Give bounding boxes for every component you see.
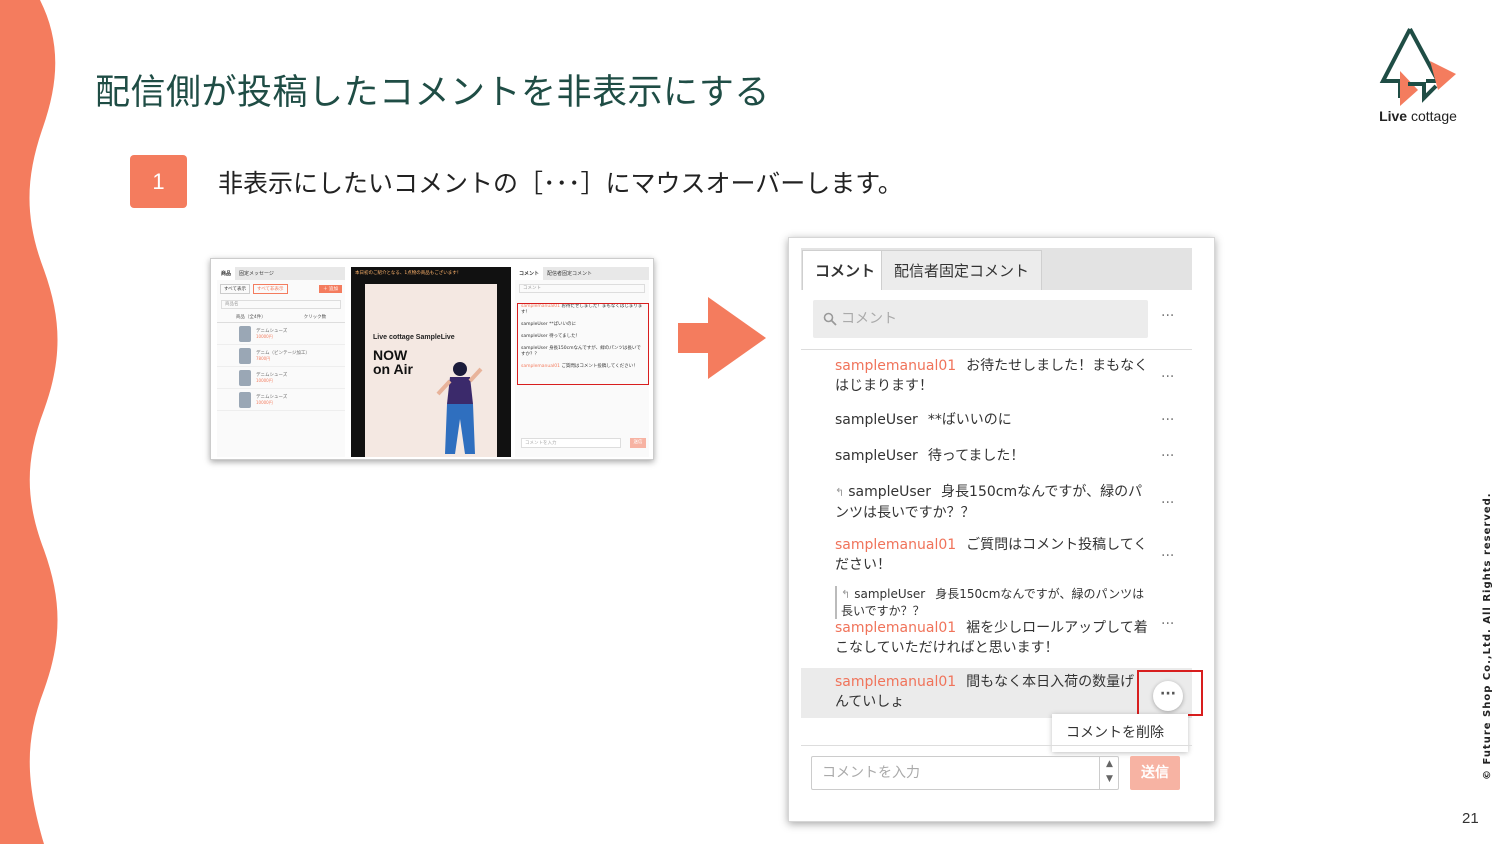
- comment-more-icon[interactable]: ···: [1161, 493, 1174, 513]
- divider: [801, 349, 1192, 350]
- stepper-icon[interactable]: ▲ ▼: [1099, 756, 1119, 790]
- comment-item: sampleUser 待ってました！ ···: [835, 446, 1175, 466]
- product-thumbnail-icon: [239, 369, 251, 386]
- decorative-wave: [0, 0, 58, 844]
- copyright-text: © Future Shop Co.,Ltd. All Rights reserv…: [1482, 492, 1493, 780]
- comment-more-icon[interactable]: ···: [1161, 614, 1174, 634]
- comment-item: ↰ sampleUser 身長150cmなんですが、緑のパンツは長いですか？？ ··…: [835, 484, 1175, 521]
- right-arrow-icon: [678, 297, 766, 379]
- tab-fixed-comment[interactable]: 配信者固定コメント: [881, 250, 1043, 290]
- product-search-input[interactable]: 商品名: [221, 300, 341, 309]
- comment-item-hovered: samplemanual01 間もなく本日入荷の数量げんていしょ: [801, 668, 1192, 718]
- send-button-small[interactable]: 送信: [630, 438, 646, 448]
- live-video-panel: 本日初のご紹介となる、1点物の商品もございます！ Live cottage Sa…: [351, 267, 511, 457]
- product-row[interactable]: デニムシューズ 10000円: [217, 323, 345, 345]
- highlight-box-small: [517, 303, 649, 385]
- product-thumbnail-icon: [239, 391, 251, 408]
- live-title: Live cottage SampleLive: [373, 334, 455, 341]
- step-instruction: 非表示にしたいコメントの［･･･］にマウスオーバーします。: [218, 169, 903, 198]
- reply-icon: ↰: [835, 486, 845, 499]
- comment-search-small[interactable]: コメント: [519, 284, 645, 293]
- product-thumbnail-icon: [239, 325, 251, 342]
- hide-all-button[interactable]: すべて非表示: [253, 284, 288, 294]
- product-panel: 商品 固定メッセージ すべて表示 すべて非表示 ＋ 追加 商品名 商品（全4件）…: [217, 267, 345, 457]
- comment-item: samplemanual01 ご質問はコメント投稿してください！ ···: [835, 537, 1175, 573]
- now-on-air-text: NOW on Air: [373, 347, 413, 377]
- comment-item: ↰ sampleUser 身長150cmなんですが、緑のパンツは長いですか？？ sa…: [835, 586, 1175, 656]
- tab-products[interactable]: 商品: [217, 267, 236, 280]
- send-button[interactable]: 送信: [1130, 756, 1180, 790]
- column-header-products: 商品（全4件）: [235, 315, 266, 320]
- product-row[interactable]: デニムシューズ 10000円: [217, 367, 345, 389]
- comment-more-icon[interactable]: ···: [1161, 546, 1174, 566]
- product-row[interactable]: デニムシューズ 10000円: [217, 389, 345, 411]
- tab-comment[interactable]: コメント: [802, 250, 889, 290]
- comment-more-icon[interactable]: ···: [1161, 446, 1174, 466]
- page-number: 21: [1462, 810, 1479, 827]
- reply-icon: ↰: [841, 588, 851, 601]
- comment-search-input[interactable]: コメント: [813, 300, 1148, 338]
- comment-input-small[interactable]: コメントを入力: [521, 438, 621, 448]
- show-all-button[interactable]: すべて表示: [220, 284, 251, 294]
- comment-more-icon[interactable]: ···: [1161, 367, 1174, 387]
- delete-comment-menu-item[interactable]: コメントを削除: [1052, 714, 1188, 752]
- comment-item: sampleUser **ばいいのに ···: [835, 410, 1175, 430]
- tab-fixed-message[interactable]: 固定メッセージ: [235, 267, 278, 280]
- comment-panel: コメント 配信者固定コメント コメント ··· samplemanual01 お待…: [788, 237, 1215, 822]
- tab-fixed-comment-small[interactable]: 配信者固定コメント: [543, 267, 596, 280]
- add-product-button[interactable]: ＋ 追加: [319, 285, 342, 293]
- search-placeholder: コメント: [841, 311, 897, 327]
- search-icon: [823, 312, 837, 326]
- comment-tabs: コメント 配信者固定コメント: [801, 248, 1192, 290]
- page-title: 配信側が投稿したコメントを非表示にする: [95, 73, 770, 113]
- quoted-comment: ↰ sampleUser 身長150cmなんですが、緑のパンツは長いですか？？: [835, 586, 1145, 619]
- full-screen-thumbnail: 商品 固定メッセージ すべて表示 すべて非表示 ＋ 追加 商品名 商品（全4件）…: [210, 258, 654, 460]
- tab-comment-small[interactable]: コメント: [515, 267, 544, 280]
- woman-illustration: [436, 362, 483, 454]
- highlight-box: [1137, 670, 1203, 716]
- comment-more-icon[interactable]: ···: [1161, 410, 1174, 430]
- divider: [801, 745, 1192, 746]
- column-header-clicks: クリック数: [303, 315, 327, 320]
- product-row[interactable]: デニム（ビンテージ加工） 7800円: [217, 345, 345, 367]
- comment-item: samplemanual01 お待たせしました！まもなくはじまります！ ···: [835, 358, 1175, 394]
- video-frame: Live cottage SampleLive NOW on Air: [365, 284, 497, 457]
- live-banner: 本日初のご紹介となる、1点物の商品もございます！: [355, 271, 462, 276]
- comment-input[interactable]: コメントを入力: [811, 756, 1119, 790]
- live-cottage-logo: Live cottage: [1368, 26, 1468, 130]
- step-number-badge: 1: [130, 155, 187, 208]
- product-thumbnail-icon: [239, 347, 251, 364]
- search-more-icon[interactable]: ···: [1161, 308, 1174, 324]
